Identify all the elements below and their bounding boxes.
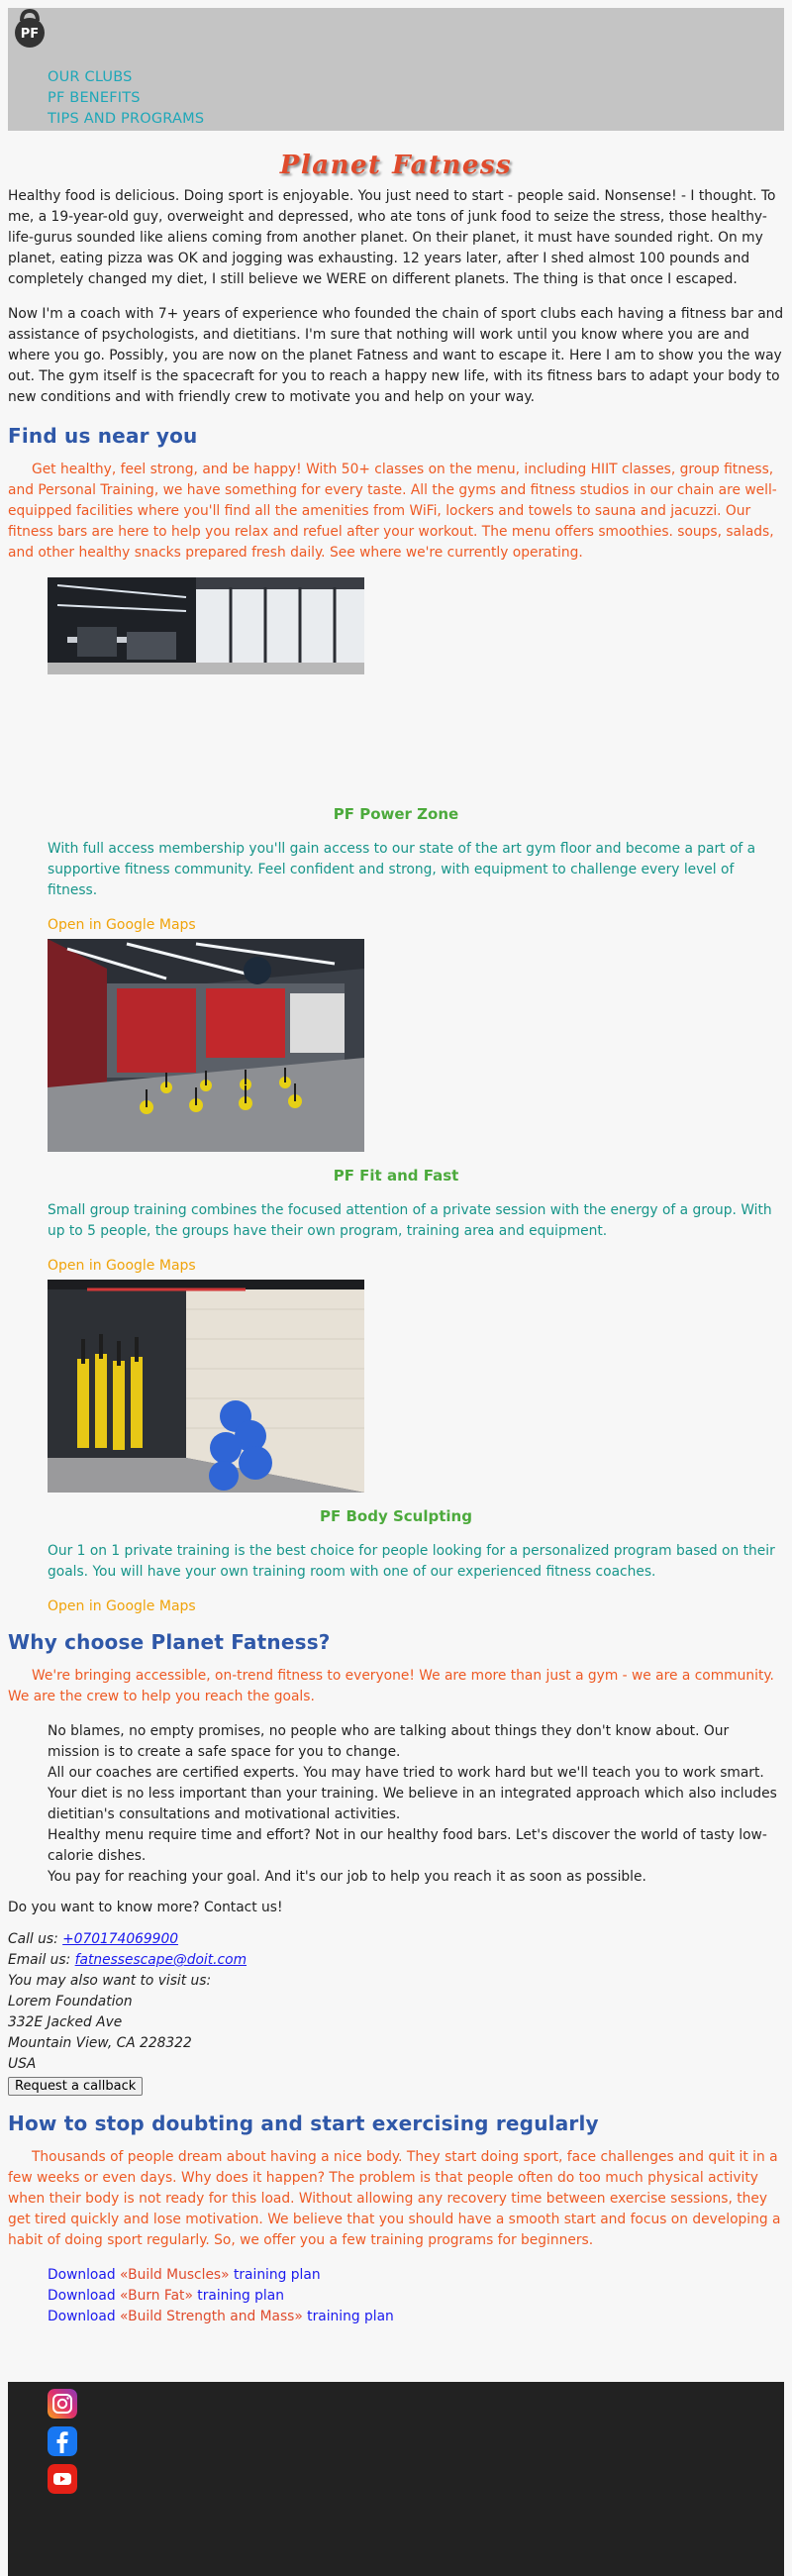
why-point-2: All our coaches are certified experts. Y… — [48, 1765, 764, 1781]
instagram-icon[interactable] — [48, 2389, 77, 2419]
address-line-2: 332E Jacked Ave — [8, 2014, 123, 2030]
address-line-3: Mountain View, CA 228322 — [8, 2035, 192, 2051]
maps-link-fit-and-fast[interactable]: Open in Google Maps — [48, 1258, 784, 1274]
email-label: Email us: — [8, 1952, 75, 1968]
facebook-icon[interactable] — [48, 2426, 77, 2456]
download-build-muscles-link[interactable]: Download «Build Muscles» training plan — [48, 2265, 784, 2286]
request-callback-button[interactable]: Request a callback — [8, 2077, 144, 2096]
phone-link[interactable]: +070174069900 — [62, 1931, 178, 1947]
club-title-power-zone: PF Power Zone — [333, 805, 459, 823]
download-build-strength-link[interactable]: Download «Build Strength and Mass» train… — [48, 2307, 784, 2327]
find-us-text: Get healthy, feel strong, and be happy! … — [8, 462, 777, 561]
club-image-fit-and-fast — [48, 939, 364, 1152]
club-description-body-sculpting: Our 1 on 1 private training is the best … — [48, 1543, 775, 1580]
why-heading: Why choose Planet Fatness? — [8, 1630, 331, 1654]
visit-label: You may also want to visit us: — [8, 1973, 212, 1989]
club-title-fit-and-fast: PF Fit and Fast — [333, 1167, 459, 1185]
intro-paragraph-1: Healthy food is delicious. Doing sport i… — [8, 188, 776, 287]
main-nav: OUR CLUBS PF BENEFITS TIPS AND PROGRAMS — [48, 67, 204, 130]
find-us-heading: Find us near you — [8, 424, 198, 448]
club-image-power-zone — [48, 577, 364, 674]
kettlebell-logo-icon[interactable]: PF — [12, 9, 48, 49]
intro-paragraph-2: Now I'm a coach with 7+ years of experie… — [8, 306, 784, 405]
club-description-fit-and-fast: Small group training combines the focuse… — [48, 1202, 772, 1239]
svg-text:PF: PF — [21, 27, 39, 42]
why-text: We're bringing accessible, on-trend fitn… — [8, 1668, 774, 1704]
maps-link-body-sculpting[interactable]: Open in Google Maps — [48, 1598, 784, 1614]
maps-link-power-zone[interactable]: Open in Google Maps — [48, 917, 784, 933]
club-image-body-sculpting — [48, 1280, 364, 1493]
page: PF OUR CLUBS PF BENEFITS TIPS AND PROGRA… — [8, 8, 784, 2327]
club-title-body-sculpting: PF Body Sculpting — [320, 1507, 472, 1525]
youtube-icon[interactable] — [48, 2464, 77, 2494]
why-points-list: No blames, no empty promises, no people … — [48, 1721, 784, 1888]
nav-tips-and-programs[interactable]: TIPS AND PROGRAMS — [48, 109, 204, 130]
doubt-heading: How to stop doubting and start exercisin… — [8, 2112, 599, 2135]
email-link[interactable]: fatnessescape@doit.com — [75, 1952, 247, 1968]
call-label: Call us: — [8, 1931, 63, 1947]
doubt-text: Thousands of people dream about having a… — [8, 2149, 781, 2248]
site-footer — [8, 2382, 784, 2576]
downloads-list: Download «Build Muscles» training plan D… — [48, 2265, 784, 2327]
contact-question: Do you want to know more? Contact us! — [8, 1900, 283, 1915]
why-point-3: Your diet is no less important than your… — [48, 1786, 777, 1822]
contact-address-block: Call us: +070174069900 Email us: fatness… — [8, 1929, 784, 2075]
brand-title: Planet Fatness — [279, 151, 513, 180]
site-header: PF OUR CLUBS PF BENEFITS TIPS AND PROGRA… — [8, 8, 784, 131]
why-point-4: Healthy menu require time and effort? No… — [48, 1827, 767, 1864]
download-burn-fat-link[interactable]: Download «Burn Fat» training plan — [48, 2286, 784, 2307]
address-line-1: Lorem Foundation — [8, 1994, 133, 2009]
nav-our-clubs[interactable]: OUR CLUBS — [48, 67, 204, 88]
nav-pf-benefits[interactable]: PF BENEFITS — [48, 88, 204, 109]
address-line-4: USA — [8, 2056, 37, 2072]
why-point-5: You pay for reaching your goal. And it's… — [48, 1869, 646, 1885]
why-point-1: No blames, no empty promises, no people … — [48, 1723, 730, 1760]
club-description-power-zone: With full access membership you'll gain … — [48, 841, 756, 898]
